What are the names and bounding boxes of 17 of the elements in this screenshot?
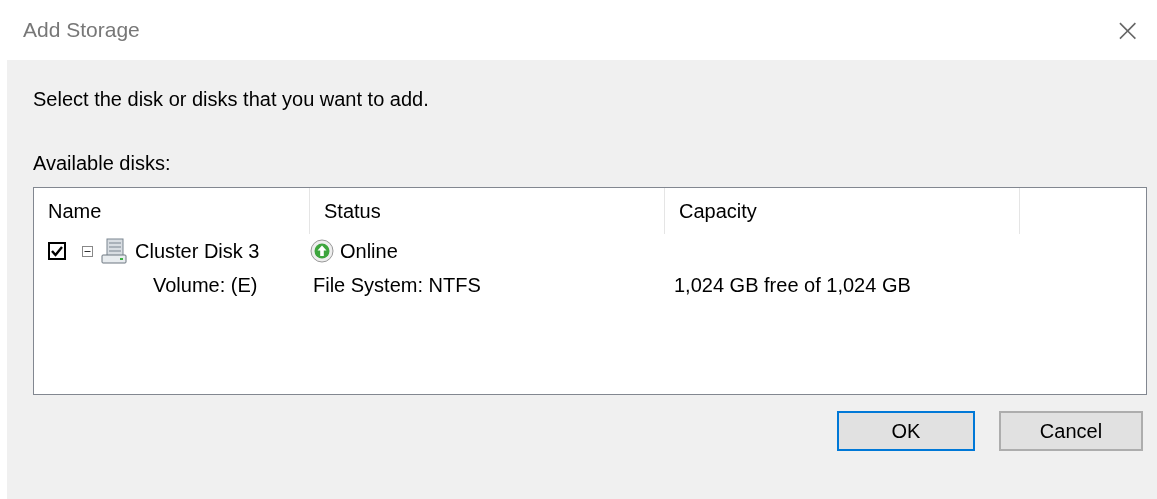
disk-name: Cluster Disk 3 (135, 239, 260, 263)
checkbox[interactable] (48, 242, 66, 260)
dialog-button[interactable]: OK (837, 411, 975, 451)
capacity-text: 1,024 GB free of 1,024 GB (674, 273, 911, 296)
dialog-button[interactable]: Cancel (999, 411, 1143, 451)
close-button[interactable]: × (1110, 11, 1145, 49)
window-title: Add Storage (23, 18, 140, 42)
volume-text: Volume: (E) (152, 273, 258, 297)
list-label: Available disks: (33, 152, 172, 175)
server-disk-icon (101, 238, 127, 264)
column-header[interactable]: Status (310, 188, 665, 234)
instruction-text: Select the disk or disks that you want to add. (33, 88, 430, 111)
column-header[interactable]: Capacity (665, 188, 1020, 234)
file-system-text: File System: NTFS (313, 273, 481, 297)
collapse-icon[interactable] (82, 245, 93, 257)
column-header[interactable]: Name (34, 188, 310, 234)
status-text: Online (340, 239, 398, 263)
